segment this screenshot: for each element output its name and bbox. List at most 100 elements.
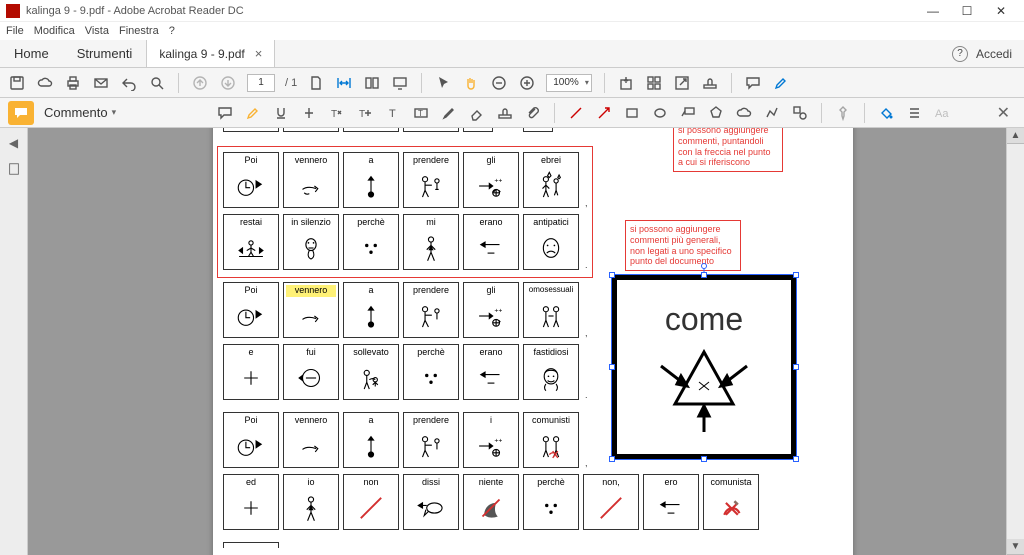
pdf-page: Poi vennero a prendere gli++ ebrei , res… bbox=[213, 128, 853, 555]
rail-toggle-icon[interactable]: ◀ bbox=[5, 134, 23, 152]
vertical-scrollbar[interactable]: ▲ ▼ bbox=[1006, 128, 1024, 555]
comment-panel-button[interactable] bbox=[8, 101, 34, 125]
page-down-icon[interactable] bbox=[219, 74, 237, 92]
mail-icon[interactable] bbox=[92, 74, 110, 92]
rotate-handle[interactable] bbox=[701, 263, 707, 269]
menu-file[interactable]: File bbox=[6, 25, 24, 37]
page-number-input[interactable]: 1 bbox=[247, 74, 275, 92]
maximize-button[interactable]: ☐ bbox=[950, 0, 984, 22]
cloud-tool-icon[interactable] bbox=[735, 104, 753, 122]
grid-icon[interactable] bbox=[645, 74, 663, 92]
tab-home[interactable]: Home bbox=[0, 40, 63, 67]
shapes-more-icon[interactable] bbox=[791, 104, 809, 122]
rect-tool-icon[interactable] bbox=[623, 104, 641, 122]
eraser-icon[interactable] bbox=[468, 104, 486, 122]
connected-lines-icon[interactable] bbox=[763, 104, 781, 122]
replace-text-icon[interactable]: T bbox=[328, 104, 346, 122]
signin-link[interactable]: Accedi bbox=[976, 47, 1012, 61]
resize-handle[interactable] bbox=[701, 456, 707, 462]
print-icon[interactable] bbox=[64, 74, 82, 92]
cloud-icon[interactable] bbox=[36, 74, 54, 92]
pin-icon[interactable] bbox=[834, 104, 852, 122]
text-callout-icon[interactable] bbox=[679, 104, 697, 122]
polygon-tool-icon[interactable] bbox=[707, 104, 725, 122]
save-icon[interactable] bbox=[8, 74, 26, 92]
resize-handle[interactable] bbox=[793, 456, 799, 462]
resize-handle[interactable] bbox=[793, 364, 799, 370]
resize-handle[interactable] bbox=[609, 364, 615, 370]
comment-annotation[interactable]: si possono aggiungere commenti più gener… bbox=[625, 220, 741, 271]
speech-bubble-icon[interactable] bbox=[744, 74, 762, 92]
paint-bucket-icon[interactable] bbox=[877, 104, 895, 122]
strikethrough-icon[interactable] bbox=[300, 104, 318, 122]
scroll-down-icon[interactable]: ▼ bbox=[1007, 539, 1024, 555]
arrow-tool-icon[interactable] bbox=[595, 104, 613, 122]
underline-text-icon[interactable] bbox=[272, 104, 290, 122]
rail-thumbnails-icon[interactable] bbox=[5, 160, 23, 178]
symbol-cell: Poi bbox=[223, 282, 279, 338]
screen-icon[interactable] bbox=[391, 74, 409, 92]
symbol-cell: comunista bbox=[703, 474, 759, 530]
list-icon[interactable] bbox=[905, 104, 923, 122]
page-up-icon[interactable] bbox=[191, 74, 209, 92]
scroll-up-icon[interactable]: ▲ bbox=[1007, 128, 1024, 144]
font-size-icon[interactable]: Aa bbox=[933, 104, 951, 122]
symbol-cell: dissi bbox=[403, 474, 459, 530]
highlight-tool-icon[interactable] bbox=[244, 104, 262, 122]
textbox-icon[interactable]: T bbox=[412, 104, 430, 122]
resize-handle[interactable] bbox=[609, 456, 615, 462]
page-icon[interactable] bbox=[307, 74, 325, 92]
period: , bbox=[585, 198, 588, 208]
tab-tools[interactable]: Strumenti bbox=[63, 40, 147, 67]
two-page-icon[interactable] bbox=[363, 74, 381, 92]
stamp-tool-icon[interactable] bbox=[496, 104, 514, 122]
svg-text:++: ++ bbox=[494, 178, 502, 185]
comment-annotation[interactable]: si possono aggiungere commenti, puntando… bbox=[673, 128, 783, 172]
highlighter-toolbar-icon[interactable] bbox=[772, 74, 790, 92]
menu-view[interactable]: Vista bbox=[85, 25, 109, 37]
menu-edit[interactable]: Modifica bbox=[34, 25, 75, 37]
help-icon[interactable]: ? bbox=[952, 46, 968, 62]
document-canvas[interactable]: Poi vennero a prendere gli++ ebrei , res… bbox=[28, 128, 1006, 555]
document-tab-close-icon[interactable]: × bbox=[255, 46, 263, 61]
sticky-note-icon[interactable] bbox=[216, 104, 234, 122]
undo-icon[interactable] bbox=[120, 74, 138, 92]
zoom-out-icon[interactable] bbox=[490, 74, 508, 92]
text-comment-icon[interactable]: T bbox=[384, 104, 402, 122]
zoom-in-icon[interactable] bbox=[518, 74, 536, 92]
main-toolbar: 1 / 1 100% bbox=[0, 68, 1024, 98]
window-title: kalinga 9 - 9.pdf - Adobe Acrobat Reader… bbox=[26, 5, 916, 17]
comment-dropdown[interactable]: Commento bbox=[44, 105, 116, 120]
document-tab[interactable]: kalinga 9 - 9.pdf × bbox=[146, 40, 275, 67]
pointer-icon[interactable] bbox=[434, 74, 452, 92]
search-icon[interactable] bbox=[148, 74, 166, 92]
zoom-select[interactable]: 100% bbox=[546, 74, 592, 92]
symbol-cell: in silenzio bbox=[283, 214, 339, 270]
inserted-stamp[interactable]: come bbox=[611, 274, 797, 460]
menu-help[interactable]: ? bbox=[169, 25, 175, 37]
symbol-cell: niente bbox=[463, 474, 519, 530]
minimize-button[interactable]: — bbox=[916, 0, 950, 22]
fit-width-icon[interactable] bbox=[335, 74, 353, 92]
close-window-button[interactable]: ✕ bbox=[984, 0, 1018, 22]
symbol-cell: io bbox=[283, 474, 339, 530]
oval-tool-icon[interactable] bbox=[651, 104, 669, 122]
hand-icon[interactable] bbox=[462, 74, 480, 92]
resize-handle[interactable] bbox=[609, 272, 615, 278]
symbol-cell: non, bbox=[583, 474, 639, 530]
resize-handle[interactable] bbox=[701, 272, 707, 278]
export-icon[interactable] bbox=[617, 74, 635, 92]
pencil-icon[interactable] bbox=[440, 104, 458, 122]
close-comment-toolbar-icon[interactable]: ✕ bbox=[997, 103, 1016, 123]
svg-text:++: ++ bbox=[494, 308, 502, 315]
attach-icon[interactable] bbox=[524, 104, 542, 122]
stamp-toolbar-icon[interactable] bbox=[701, 74, 719, 92]
resize-handle[interactable] bbox=[793, 272, 799, 278]
symbol-cell: erano bbox=[463, 214, 519, 270]
menu-window[interactable]: Finestra bbox=[119, 25, 159, 37]
line-tool-icon[interactable] bbox=[567, 104, 585, 122]
symbol-cell: Poi bbox=[223, 152, 279, 208]
scroll-track[interactable] bbox=[1007, 144, 1024, 539]
link-icon[interactable] bbox=[673, 74, 691, 92]
insert-text-icon[interactable]: T bbox=[356, 104, 374, 122]
